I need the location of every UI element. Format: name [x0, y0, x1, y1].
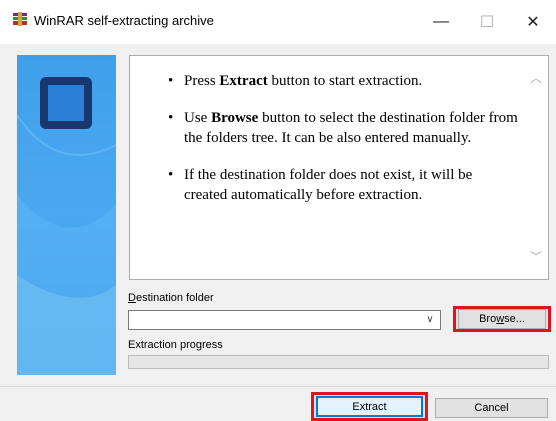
destination-label-accel: D	[128, 292, 136, 304]
window-title: WinRAR self-extracting archive	[34, 13, 214, 28]
chevron-down-icon[interactable]: ∨	[423, 312, 437, 328]
instructions-box: Press Extract button to start extraction…	[129, 55, 549, 280]
maximize-button[interactable]: ☐	[464, 0, 510, 44]
close-button[interactable]: ✕	[510, 0, 556, 44]
sfx-dialog: WinRAR self-extracting archive — ☐ ✕ Pre…	[0, 0, 556, 421]
scroll-down-icon[interactable]: ﹀	[530, 251, 542, 263]
instruction-item: Use Browse button to select the destinat…	[168, 108, 518, 148]
destination-folder-combobox[interactable]: ∨	[128, 310, 441, 330]
browse-button-highlight[interactable]: Bro w se...	[453, 306, 551, 332]
browse-label: se...	[504, 313, 525, 325]
instruction-bold: Extract	[219, 73, 268, 89]
extract-button[interactable]: Extract	[316, 396, 423, 417]
browse-button[interactable]: Bro w se...	[458, 309, 546, 329]
title-bar: WinRAR self-extracting archive — ☐ ✕	[0, 0, 556, 44]
footer-divider	[0, 386, 556, 387]
instruction-bold: Browse	[211, 110, 259, 126]
browse-label-accel: w	[496, 313, 505, 325]
instruction-text: If the destination folder does not exist…	[184, 167, 473, 203]
minimize-icon: —	[433, 13, 449, 30]
instruction-item: If the destination folder does not exist…	[168, 165, 518, 205]
close-icon: ✕	[526, 14, 540, 31]
instruction-text: button to start extraction.	[267, 73, 423, 89]
extract-button-highlight[interactable]: Extract	[311, 392, 428, 421]
browse-label: Bro	[479, 313, 497, 325]
scroll-up-icon[interactable]: ︿	[530, 72, 542, 84]
instruction-text: Press	[184, 73, 220, 89]
winrar-logo-icon	[40, 77, 92, 129]
cancel-button[interactable]: Cancel	[435, 398, 548, 418]
branding-panel	[17, 55, 116, 375]
instruction-item: Press Extract button to start extraction…	[168, 71, 518, 91]
winrar-app-icon	[13, 12, 27, 26]
maximize-icon: ☐	[479, 14, 495, 31]
instructions-list: Press Extract button to start extraction…	[168, 71, 518, 222]
destination-label-text: estination folder	[135, 292, 214, 304]
extraction-progress-bar	[128, 355, 549, 369]
instruction-text: Use	[184, 110, 212, 126]
minimize-button[interactable]: —	[418, 0, 464, 44]
destination-folder-input[interactable]	[132, 312, 416, 330]
destination-folder-label: Destination folder	[128, 292, 214, 304]
extraction-progress-label: Extraction progress	[128, 339, 223, 351]
